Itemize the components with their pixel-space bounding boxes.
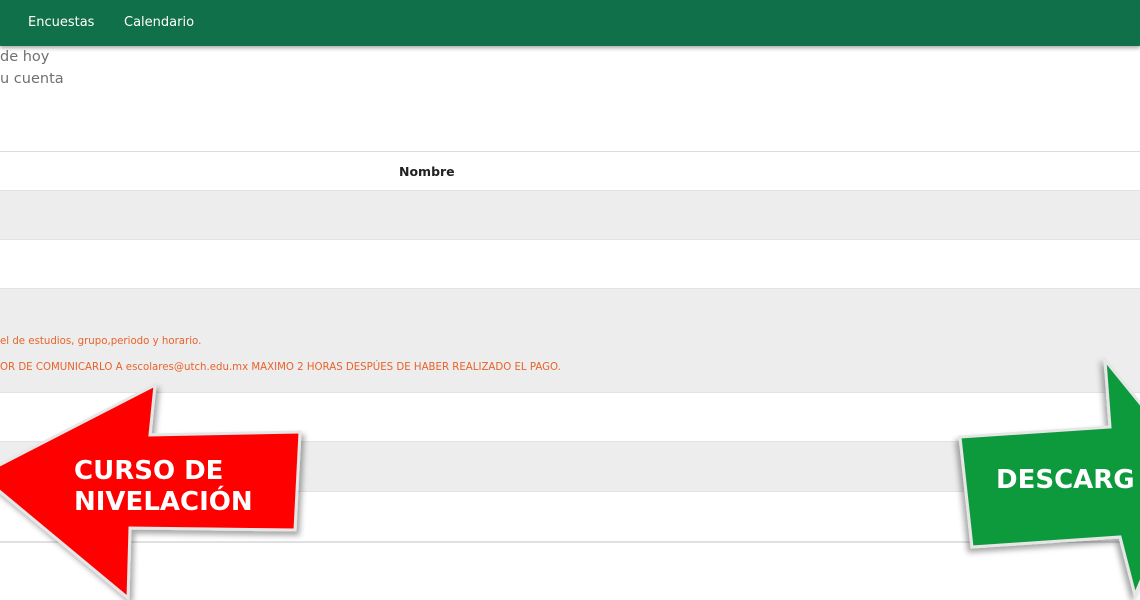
table-header-row: Nombre <box>0 152 1140 191</box>
arrow-label-nivelacion: NIVELACIÓN <box>74 487 253 517</box>
nav-item-encuestas[interactable]: Encuestas <box>28 15 94 31</box>
arrow-label-descarga: DESCARG <box>996 465 1135 495</box>
notice-text-study-plan: el de estudios, grupo,periodo y horario. <box>0 336 202 347</box>
table-row <box>0 191 1140 240</box>
table-row <box>0 240 1140 289</box>
curso-nivelacion-arrow[interactable]: CURSO DE NIVELACIÓN <box>0 380 320 600</box>
page: Encuestas Calendario de hoy u cuenta Nom… <box>0 0 1140 600</box>
header-line-account: u cuenta <box>0 71 64 87</box>
descarga-arrow[interactable]: DESCARG <box>950 355 1140 600</box>
top-navbar: Encuestas Calendario <box>0 0 1140 46</box>
column-header-nombre: Nombre <box>399 164 455 179</box>
arrow-label-curso: CURSO DE <box>74 456 224 486</box>
header-line-date: de hoy <box>0 49 50 65</box>
notice-text-payment: OR DE COMUNICARLO A escolares@utch.edu.m… <box>0 362 561 373</box>
nav-item-calendario[interactable]: Calendario <box>124 15 194 31</box>
